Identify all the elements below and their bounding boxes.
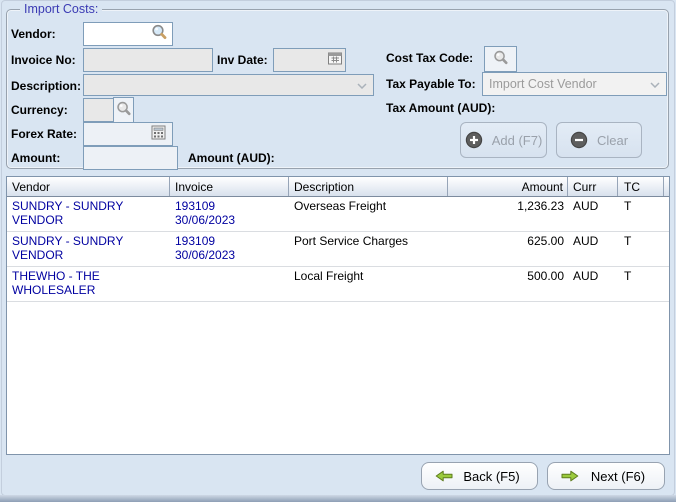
cost-tax-code-lookup-button[interactable] [484,46,517,72]
inv-date-label: Inv Date: [217,53,268,67]
cost-tax-code-label: Cost Tax Code: [386,51,473,65]
column-header-vendor[interactable]: Vendor [7,177,170,196]
cell-tc: T [618,267,664,301]
currency-label: Currency: [11,103,68,117]
grid-header: Vendor Invoice Description Amount Curr T… [7,177,669,197]
cell-vendor: THEWHO - THE WHOLESALER [7,267,170,301]
next-button-label: Next (F6) [580,469,664,484]
tax-payable-to-dropdown[interactable]: Import Cost Vendor [482,72,667,96]
panel-legend: Import Costs: [20,2,102,16]
calculator-icon[interactable] [151,125,166,143]
cell-vendor: SUNDRY - SUNDRY VENDOR [7,232,170,266]
cell-invoice: 193109 30/06/2023 [170,232,289,266]
cell-tc: T [618,232,664,266]
invoice-date: 30/06/2023 [175,248,289,262]
cell-description: Local Freight [289,267,448,301]
cell-amount: 1,236.23 [448,197,568,231]
chevron-down-icon [650,77,660,91]
currency-input[interactable] [83,98,114,122]
column-header-tc[interactable]: TC [618,177,664,196]
invoice-no-label: Invoice No: [11,53,76,67]
cell-amount: 625.00 [448,232,568,266]
import-costs-grid: Vendor Invoice Description Amount Curr T… [6,176,670,455]
cell-vendor: SUNDRY - SUNDRY VENDOR [7,197,170,231]
search-icon [115,100,133,121]
minus-circle-icon [570,131,588,149]
invoice-number: 193109 [175,199,289,213]
arrow-left-icon [434,470,454,482]
add-button-label: Add (F7) [492,133,543,148]
invoice-date: 30/06/2023 [175,213,289,227]
invoice-no-input[interactable] [83,48,213,72]
tax-payable-to-label: Tax Payable To: [386,77,476,91]
amount-aud-label: Amount (AUD): [188,151,275,165]
back-button-label: Back (F5) [454,469,537,484]
cell-tc: T [618,197,664,231]
currency-lookup-button[interactable] [113,97,134,123]
vendor-label: Vendor: [11,27,56,41]
cell-description: Overseas Freight [289,197,448,231]
column-header-description[interactable]: Description [289,177,448,196]
cell-amount: 500.00 [448,267,568,301]
cell-invoice [170,267,289,301]
column-header-invoice[interactable]: Invoice [170,177,289,196]
tax-payable-to-value: Import Cost Vendor [489,77,597,91]
search-icon[interactable] [150,23,169,45]
cell-curr: AUD [568,232,618,266]
amount-label: Amount: [11,151,60,165]
plus-circle-icon [465,131,483,149]
arrow-right-icon [560,470,580,482]
tax-amount-aud-label: Tax Amount (AUD): [386,101,495,115]
next-button[interactable]: Next (F6) [547,462,665,490]
forex-rate-label: Forex Rate: [11,127,77,141]
back-button[interactable]: Back (F5) [421,462,538,490]
column-header-filler [664,177,669,196]
description-label: Description: [11,79,81,93]
cell-invoice: 193109 30/06/2023 [170,197,289,231]
table-row[interactable]: SUNDRY - SUNDRY VENDOR 193109 30/06/2023… [7,197,669,232]
description-dropdown[interactable] [83,74,374,96]
amount-input[interactable] [83,146,178,170]
table-row[interactable]: SUNDRY - SUNDRY VENDOR 193109 30/06/2023… [7,232,669,267]
add-button[interactable]: Add (F7) [460,122,547,158]
cell-curr: AUD [568,267,618,301]
clear-button[interactable]: Clear [556,122,642,158]
search-icon [492,49,510,70]
calendar-icon[interactable] [327,51,343,69]
cell-curr: AUD [568,197,618,231]
clear-button-label: Clear [597,133,628,148]
column-header-amount[interactable]: Amount [448,177,568,196]
cell-description: Port Service Charges [289,232,448,266]
window-bottom-edge [0,495,676,502]
column-header-curr[interactable]: Curr [568,177,618,196]
invoice-number: 193109 [175,234,289,248]
chevron-down-icon [357,78,367,92]
table-row[interactable]: THEWHO - THE WHOLESALER Local Freight 50… [7,267,669,302]
